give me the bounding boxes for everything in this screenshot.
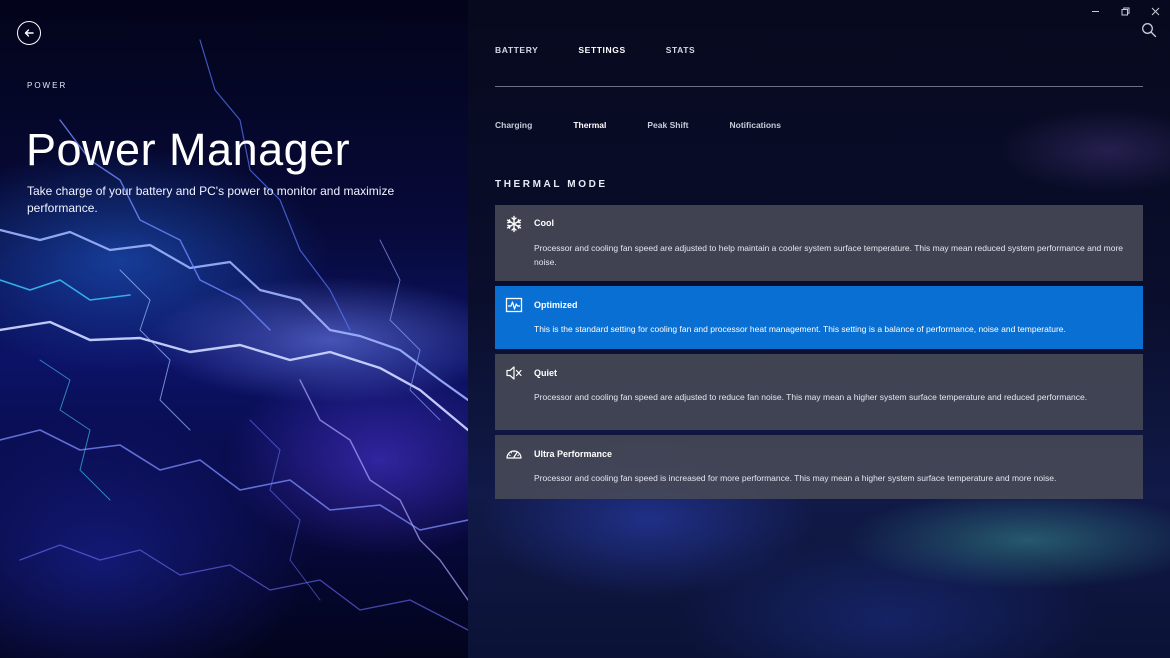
back-arrow-icon — [24, 29, 34, 37]
content-panel: BATTERY SETTINGS STATS Charging Thermal … — [468, 0, 1170, 658]
tab-settings[interactable]: SETTINGS — [578, 45, 625, 55]
subtab-peak-shift[interactable]: Peak Shift — [647, 120, 688, 130]
subtab-notifications[interactable]: Notifications — [730, 120, 781, 130]
subtab-charging[interactable]: Charging — [495, 120, 532, 130]
mode-option-cool[interactable]: Cool Processor and cooling fan speed are… — [495, 205, 1143, 281]
lightning-background — [0, 39, 468, 631]
minimize-icon[interactable] — [1080, 0, 1110, 22]
page-subtitle: Take charge of your battery and PC's pow… — [27, 184, 395, 215]
mode-title: Optimized — [534, 300, 578, 310]
mode-title: Ultra Performance — [534, 449, 613, 459]
snowflake-icon — [505, 215, 523, 233]
page-title: Power Manager — [26, 124, 351, 175]
close-icon[interactable] — [1140, 0, 1170, 22]
mode-description: This is the standard setting for cooling… — [534, 324, 1066, 334]
tab-battery[interactable]: BATTERY — [495, 45, 538, 55]
tabs-divider — [495, 86, 1143, 87]
mode-option-ultra-performance[interactable]: Ultra Performance Processor and cooling … — [495, 435, 1143, 499]
mode-description: Processor and cooling fan speed are adju… — [534, 392, 1088, 402]
window-controls — [1080, 0, 1170, 22]
hero-panel: POWER Power Manager Take charge of your … — [0, 0, 468, 658]
mode-title: Quiet — [534, 368, 558, 378]
restore-icon[interactable] — [1110, 0, 1140, 22]
search-icon[interactable] — [1141, 22, 1157, 38]
mode-option-optimized[interactable]: Optimized This is the standard setting f… — [495, 286, 1143, 349]
section-kicker: POWER — [27, 81, 68, 90]
mode-description: Processor and cooling fan speed are adju… — [534, 243, 1124, 267]
tab-stats[interactable]: STATS — [666, 45, 696, 55]
main-tabs: BATTERY SETTINGS STATS — [495, 45, 735, 55]
pulse-graph-icon — [505, 296, 523, 314]
mode-option-quiet[interactable]: Quiet Processor and cooling fan speed ar… — [495, 354, 1143, 430]
settings-subtabs: Charging Thermal Peak Shift Notification… — [495, 120, 822, 130]
back-button[interactable] — [17, 21, 41, 45]
thermal-mode-list: Cool Processor and cooling fan speed are… — [495, 205, 1143, 504]
mode-description: Processor and cooling fan speed is incre… — [534, 473, 1057, 483]
thermal-mode-heading: THERMAL MODE — [495, 179, 608, 190]
mode-title: Cool — [534, 218, 554, 228]
speedometer-icon — [505, 445, 523, 463]
subtab-thermal[interactable]: Thermal — [573, 120, 606, 130]
speaker-mute-icon — [505, 364, 523, 382]
